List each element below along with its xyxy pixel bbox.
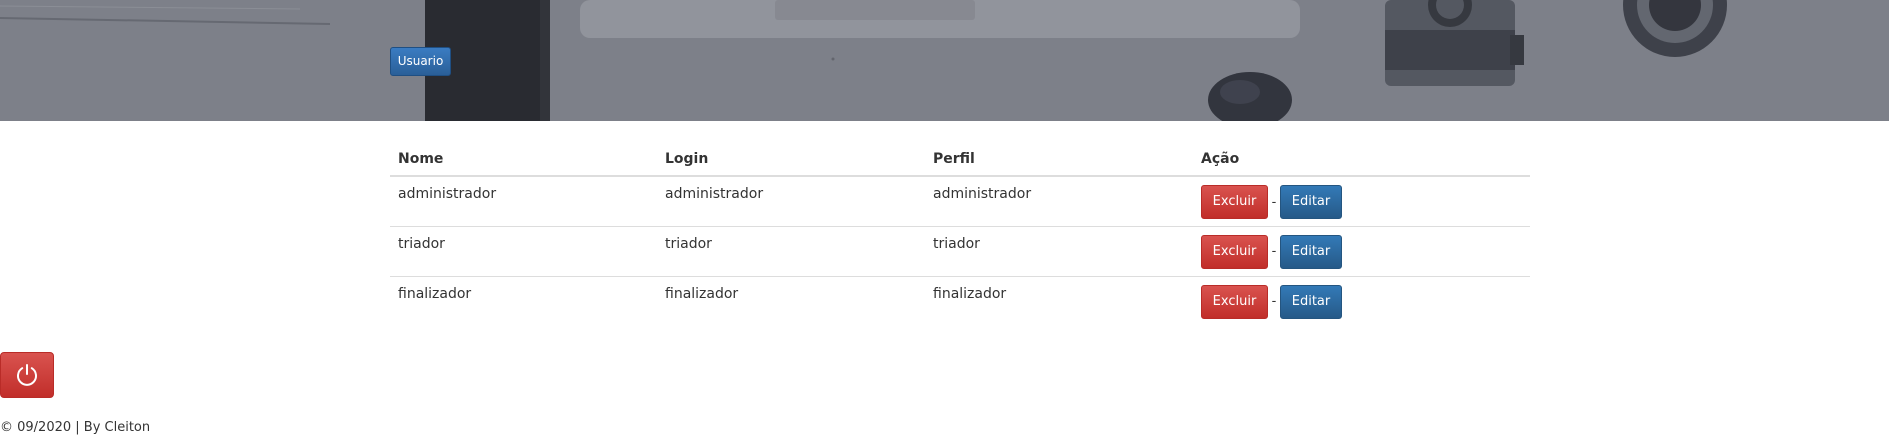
header-banner: Usuario (0, 0, 1889, 121)
cell-login-text: administrador (665, 186, 764, 202)
cell-nome: finalizador (390, 276, 657, 326)
cell-perfil: administrador (925, 176, 1193, 227)
cell-login: finalizador (657, 276, 925, 326)
delete-button[interactable]: Excluir (1201, 284, 1268, 319)
logout-button[interactable] (0, 352, 54, 398)
cell-perfil: finalizador (925, 276, 1193, 326)
column-header-login: Login (657, 145, 925, 177)
cell-perfil-text: triador (933, 235, 980, 252)
edit-button[interactable]: Editar (1280, 185, 1342, 219)
cell-perfil-text: finalizador (933, 285, 1007, 302)
row-actions: Excluir - Editar (1201, 227, 1522, 269)
cell-acao: Excluir - Editar (1193, 226, 1530, 277)
edit-button[interactable]: Editar (1280, 234, 1342, 269)
column-header-nome: Nome (390, 145, 657, 177)
table-row: administrador administrador administrado… (390, 176, 1530, 227)
cell-perfil: triador (925, 226, 1193, 277)
footer-copyright: © 09/2020 | By Cleiton (0, 420, 151, 435)
cell-nome-text: administrador (398, 186, 497, 202)
cell-login: administrador (657, 176, 925, 227)
cell-login: triador (657, 226, 925, 277)
edit-button[interactable]: Editar (1280, 284, 1342, 319)
column-header-perfil: Perfil (925, 145, 1193, 177)
action-separator: - (1271, 194, 1277, 210)
cell-nome-text: finalizador (398, 285, 472, 302)
cell-nome-text: triador (398, 235, 445, 252)
cell-nome: administrador (390, 176, 657, 227)
cell-perfil-text: administrador (933, 186, 1032, 202)
delete-button[interactable]: Excluir (1201, 185, 1268, 219)
cell-acao: Excluir - Editar (1193, 176, 1530, 227)
cell-login-text: triador (665, 235, 712, 252)
table-header-row: Nome Login Perfil Ação (390, 145, 1530, 177)
table-row: triador triador triador Excluir - Editar (390, 226, 1530, 277)
action-separator: - (1271, 294, 1277, 309)
usuario-button[interactable]: Usuario (390, 47, 451, 76)
banner-background-image (0, 0, 1889, 121)
cell-login-text: finalizador (665, 285, 739, 302)
delete-button[interactable]: Excluir (1201, 234, 1268, 269)
row-actions: Excluir - Editar (1201, 177, 1522, 219)
column-header-acao: Ação (1193, 145, 1530, 177)
cell-nome: triador (390, 226, 657, 277)
table-row: finalizador finalizador finalizador Excl… (390, 276, 1530, 326)
cell-acao: Excluir - Editar (1193, 276, 1530, 326)
row-actions: Excluir - Editar (1201, 277, 1522, 319)
power-icon (17, 364, 37, 386)
users-table: Nome Login Perfil Ação administrador adm… (390, 145, 1530, 326)
action-separator: - (1271, 244, 1277, 259)
